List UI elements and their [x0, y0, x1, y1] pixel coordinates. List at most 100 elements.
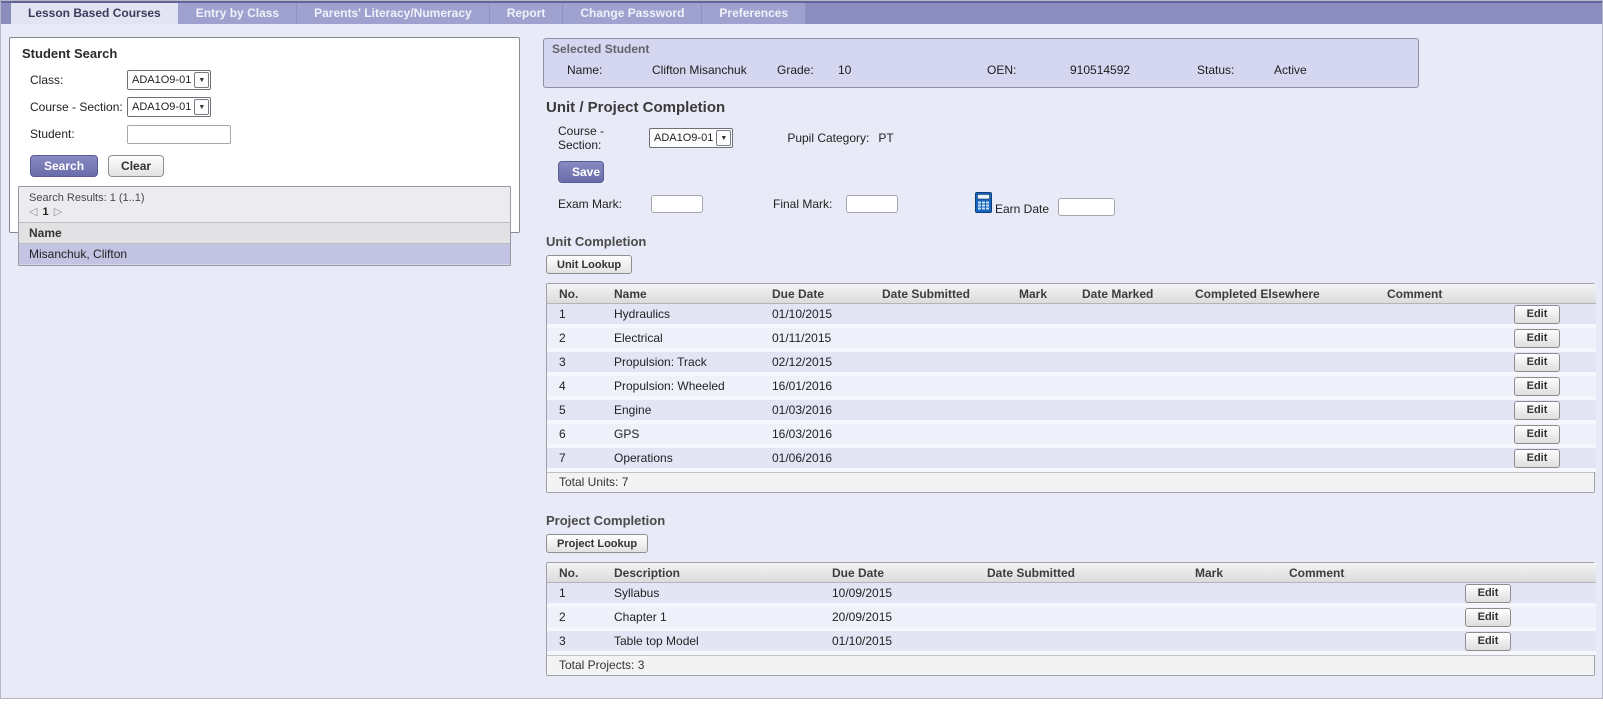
- unit-edit-button[interactable]: Edit: [1514, 329, 1560, 348]
- cell-no: 6: [547, 424, 602, 448]
- cell-empty: [870, 352, 1007, 376]
- unit-project-title: Unit / Project Completion: [546, 99, 1595, 116]
- cell-no: 3: [547, 631, 602, 655]
- project-edit-button[interactable]: Edit: [1465, 632, 1511, 651]
- search-button[interactable]: Search: [30, 155, 98, 177]
- save-button[interactable]: Save: [558, 161, 604, 183]
- search-results-head: Search Results: 1 (1..1) ◁ 1 ▷: [19, 187, 510, 219]
- next-page-icon[interactable]: ▷: [54, 206, 62, 218]
- pupil-category-label: Pupil Category:: [787, 131, 878, 145]
- table-row: 2Electrical01/11/2015Edit: [547, 328, 1596, 352]
- tab-strip: Lesson Based CoursesEntry by ClassParent…: [11, 3, 806, 24]
- cell-empty: [1375, 400, 1502, 424]
- project-edit-button[interactable]: Edit: [1465, 584, 1511, 603]
- exam-mark-label: Exam Mark:: [558, 197, 651, 211]
- cell-edit: Edit: [1453, 583, 1596, 607]
- student-label: Student:: [30, 127, 127, 141]
- column-header-edit: [1453, 563, 1596, 583]
- cell-name: Electrical: [602, 328, 760, 352]
- student-input[interactable]: [127, 125, 231, 144]
- cell-name: Propulsion: Track: [602, 352, 760, 376]
- marks-row: Exam Mark: Final Mark: Earn Date: [558, 193, 1595, 214]
- nav-tab-change-password[interactable]: Change Password: [563, 3, 702, 24]
- cell-no: 4: [547, 376, 602, 400]
- unit-lookup-button[interactable]: Unit Lookup: [546, 255, 632, 274]
- selected-student-field-value: 10: [838, 63, 987, 77]
- cell-empty: [1375, 424, 1502, 448]
- cell-no: 1: [547, 583, 602, 607]
- column-header-edit: [1502, 284, 1596, 304]
- cell-empty: [1070, 400, 1183, 424]
- earn-date-group: Earn Date: [975, 192, 1115, 216]
- cell-no: 3: [547, 352, 602, 376]
- course-section-row: Course - Section: ADA1O9-01 ▼: [30, 96, 511, 118]
- unit-edit-button[interactable]: Edit: [1514, 377, 1560, 396]
- student-search-title: Student Search: [22, 46, 511, 61]
- calculator-icon[interactable]: [975, 192, 992, 216]
- project-edit-button[interactable]: Edit: [1465, 608, 1511, 627]
- unit-edit-button[interactable]: Edit: [1514, 305, 1560, 324]
- cell-edit: Edit: [1502, 424, 1596, 448]
- cell-edit: Edit: [1502, 448, 1596, 472]
- results-rows: Misanchuk, Clifton: [19, 244, 510, 265]
- cell-empty: [1070, 304, 1183, 328]
- cell-empty: [1070, 328, 1183, 352]
- cell-empty: [1007, 400, 1070, 424]
- table-row: 1Hydraulics01/10/2015Edit: [547, 304, 1596, 328]
- column-header-no: No.: [547, 563, 602, 583]
- unit-edit-button[interactable]: Edit: [1514, 353, 1560, 372]
- cell-empty: [975, 631, 1183, 655]
- unit-edit-button[interactable]: Edit: [1514, 425, 1560, 444]
- cell-empty: [870, 400, 1007, 424]
- selected-student-title: Selected Student: [544, 39, 1418, 56]
- cell-no: 2: [547, 607, 602, 631]
- project-completion-title: Project Completion: [546, 513, 1595, 528]
- cell-empty: [1375, 376, 1502, 400]
- project-table-footer: Total Projects: 3: [547, 655, 1594, 675]
- cell-edit: Edit: [1453, 607, 1596, 631]
- class-select-value: ADA1O9-01: [129, 74, 194, 86]
- course-section-select-main[interactable]: ADA1O9-01 ▼: [649, 128, 733, 148]
- cell-name: Propulsion: Wheeled: [602, 376, 760, 400]
- project-table-header: No.DescriptionDue DateDate SubmittedMark…: [547, 563, 1596, 583]
- cell-name: Operations: [602, 448, 760, 472]
- nav-tab-entry-by-class[interactable]: Entry by Class: [179, 3, 297, 24]
- nav-tab-lesson-based-courses[interactable]: Lesson Based Courses: [11, 3, 179, 24]
- cell-edit: Edit: [1502, 400, 1596, 424]
- clear-button[interactable]: Clear: [108, 155, 164, 177]
- cell-name: GPS: [602, 424, 760, 448]
- class-select[interactable]: ADA1O9-01 ▼: [127, 70, 211, 90]
- unit-edit-button[interactable]: Edit: [1514, 401, 1560, 420]
- project-lookup-button[interactable]: Project Lookup: [546, 534, 648, 553]
- cell-due-date: 16/01/2016: [760, 376, 870, 400]
- table-row: 2Chapter 120/09/2015Edit: [547, 607, 1596, 631]
- unit-project-section: Unit / Project Completion Course - Secti…: [546, 99, 1595, 676]
- cell-empty: [1070, 448, 1183, 472]
- search-results: Search Results: 1 (1..1) ◁ 1 ▷ Name Misa…: [18, 186, 511, 266]
- exam-mark-input[interactable]: [651, 195, 703, 213]
- cell-empty: [1183, 400, 1375, 424]
- nav-tab-preferences[interactable]: Preferences: [702, 3, 806, 24]
- cell-empty: [1007, 352, 1070, 376]
- selected-student-field-value: Active: [1274, 63, 1418, 77]
- unit-edit-button[interactable]: Edit: [1514, 449, 1560, 468]
- prev-page-icon[interactable]: ◁: [29, 206, 37, 218]
- page-number[interactable]: 1: [43, 206, 49, 218]
- column-header-completed-elsewhere: Completed Elsewhere: [1183, 284, 1375, 304]
- cell-empty: [1183, 304, 1375, 328]
- cell-empty: [1277, 607, 1453, 631]
- course-section-select[interactable]: ADA1O9-01 ▼: [127, 97, 211, 117]
- cell-no: 1: [547, 304, 602, 328]
- cell-empty: [1183, 583, 1277, 607]
- final-mark-input[interactable]: [846, 195, 898, 213]
- column-header-mark: Mark: [1183, 563, 1277, 583]
- nav-tab-report[interactable]: Report: [490, 3, 564, 24]
- earn-date-input[interactable]: [1058, 198, 1115, 216]
- chevron-down-icon: ▼: [194, 99, 209, 115]
- cell-description: Table top Model: [602, 631, 820, 655]
- project-completion-table: No.DescriptionDue DateDate SubmittedMark…: [546, 562, 1595, 676]
- course-section-label-main: Course - Section:: [558, 124, 649, 152]
- result-row[interactable]: Misanchuk, Clifton: [19, 244, 510, 265]
- nav-tab-parents-literacy-numeracy[interactable]: Parents' Literacy/Numeracy: [297, 3, 490, 24]
- cell-due-date: 16/03/2016: [760, 424, 870, 448]
